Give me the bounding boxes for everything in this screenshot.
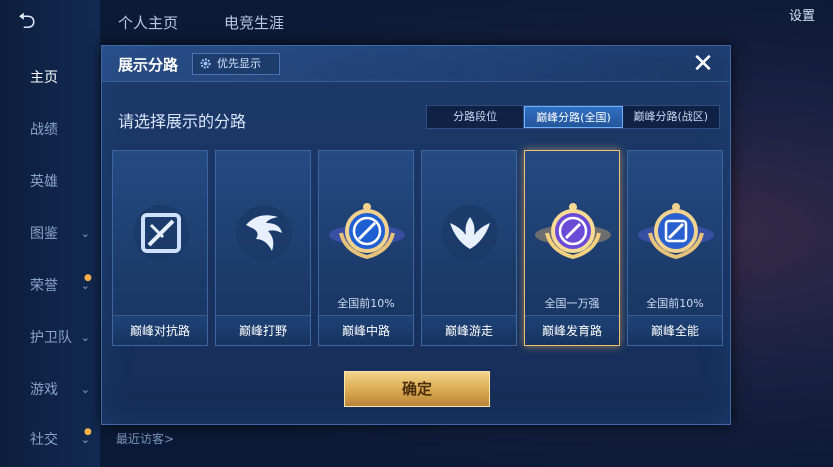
modal-header: 展示分路 优先显示 ✕ bbox=[102, 46, 730, 82]
lane-card-label: 巅峰中路 bbox=[319, 315, 413, 345]
lane-card-rank: 全国前10% bbox=[337, 297, 395, 310]
nav-item-label: 战绩 bbox=[30, 122, 58, 138]
nav-item-label: 游戏 bbox=[30, 382, 58, 398]
mid-lane-badge-icon bbox=[329, 203, 405, 260]
back-arrow-icon[interactable]: ⮌ bbox=[18, 10, 66, 34]
nav-item-label: 荣誉 bbox=[30, 278, 58, 294]
new-dot-icon: ● bbox=[84, 273, 92, 283]
nav-item-label: 主页 bbox=[30, 70, 58, 86]
new-dot-icon: ● bbox=[84, 427, 92, 437]
close-icon[interactable]: ✕ bbox=[690, 51, 716, 78]
gear-icon bbox=[200, 58, 211, 69]
adc-badge-icon bbox=[535, 203, 611, 260]
nav-item[interactable]: 护卫队 ⌄ bbox=[0, 326, 100, 350]
nav-item-label: 图鉴 bbox=[30, 226, 58, 242]
chevron-down-icon: ⌄ bbox=[80, 331, 90, 344]
chevron-down-icon: ⌄ bbox=[80, 383, 90, 396]
chevron-down-icon: ⌄ bbox=[80, 227, 90, 240]
nav-item[interactable]: 荣誉 ⌄ ● bbox=[0, 273, 100, 298]
lane-card-support[interactable]: 巅峰游走 bbox=[421, 150, 517, 346]
tab-esports-career[interactable]: 电竞生涯 bbox=[224, 12, 284, 33]
lane-display-modal: 展示分路 优先显示 ✕ 请选择展示的分路 分路段位 巅峰分路(全国) 巅峰分路(… bbox=[101, 45, 731, 425]
sword-icon bbox=[133, 205, 189, 261]
tab-lane-rank[interactable]: 分路段位 bbox=[427, 106, 525, 128]
dragon-icon bbox=[236, 205, 292, 261]
nav-item[interactable]: 战绩 bbox=[0, 118, 100, 142]
tab-personal-home[interactable]: 个人主页 bbox=[118, 12, 178, 33]
lane-card-top[interactable]: 巅峰对抗路 bbox=[112, 150, 208, 346]
wings-icon bbox=[442, 205, 498, 261]
nav-item-label: 护卫队 bbox=[30, 330, 72, 346]
lane-card-mid[interactable]: 全国前10% 巅峰中路 bbox=[318, 150, 414, 346]
recent-visitors-link[interactable]: 最近访客> bbox=[116, 430, 174, 447]
tab-peak-lane-region[interactable]: 巅峰分路(战区) bbox=[623, 106, 719, 128]
nav-item[interactable]: 英雄 bbox=[0, 170, 100, 194]
nav-item[interactable]: 图鉴 ⌄ bbox=[0, 222, 100, 246]
nav-item[interactable]: 游戏 ⌄ bbox=[0, 378, 100, 402]
priority-display-label: 优先显示 bbox=[217, 57, 261, 70]
lane-card-label: 巅峰打野 bbox=[216, 315, 310, 345]
lane-type-tabs: 分路段位 巅峰分路(全国) 巅峰分路(战区) bbox=[426, 105, 720, 129]
tab-peak-lane-national[interactable]: 巅峰分路(全国) bbox=[524, 106, 623, 128]
lane-card-rank: 全国前10% bbox=[646, 297, 704, 310]
nav-item-label: 英雄 bbox=[30, 174, 58, 190]
all-round-badge-icon bbox=[638, 203, 714, 260]
priority-display-button[interactable]: 优先显示 bbox=[192, 53, 280, 75]
nav-item[interactable]: 主页 bbox=[0, 66, 100, 90]
lane-card-adc[interactable]: 全国一万强 巅峰发育路 bbox=[524, 150, 620, 346]
settings-button[interactable]: 设置 bbox=[745, 6, 815, 28]
confirm-button[interactable]: 确定 bbox=[344, 371, 490, 407]
lane-card-label: 巅峰发育路 bbox=[525, 315, 619, 345]
lane-card-label: 巅峰游走 bbox=[422, 315, 516, 345]
lane-card-list: 巅峰对抗路 巅峰打野 全国前10% 巅峰中路 巅峰游走 全国一万强 巅峰发育路 … bbox=[112, 150, 724, 346]
nav-item[interactable]: 社交 ⌄ ● bbox=[0, 427, 100, 452]
lane-card-rank: 全国一万强 bbox=[544, 297, 600, 310]
lane-card-label: 巅峰对抗路 bbox=[113, 315, 207, 345]
modal-title: 展示分路 bbox=[118, 56, 179, 74]
lane-card-jungle[interactable]: 巅峰打野 bbox=[215, 150, 311, 346]
left-nav: ⮌ 主页 战绩 英雄 图鉴 ⌄ 荣誉 ⌄ ● 护卫队 ⌄ 游戏 ⌄ 社交 ⌄ ● bbox=[0, 0, 100, 467]
lane-card-all-round[interactable]: 全国前10% 巅峰全能 bbox=[627, 150, 723, 346]
select-lane-prompt: 请选择展示的分路 bbox=[118, 112, 247, 131]
nav-item-label: 社交 bbox=[30, 432, 58, 448]
lane-card-label: 巅峰全能 bbox=[628, 315, 722, 345]
